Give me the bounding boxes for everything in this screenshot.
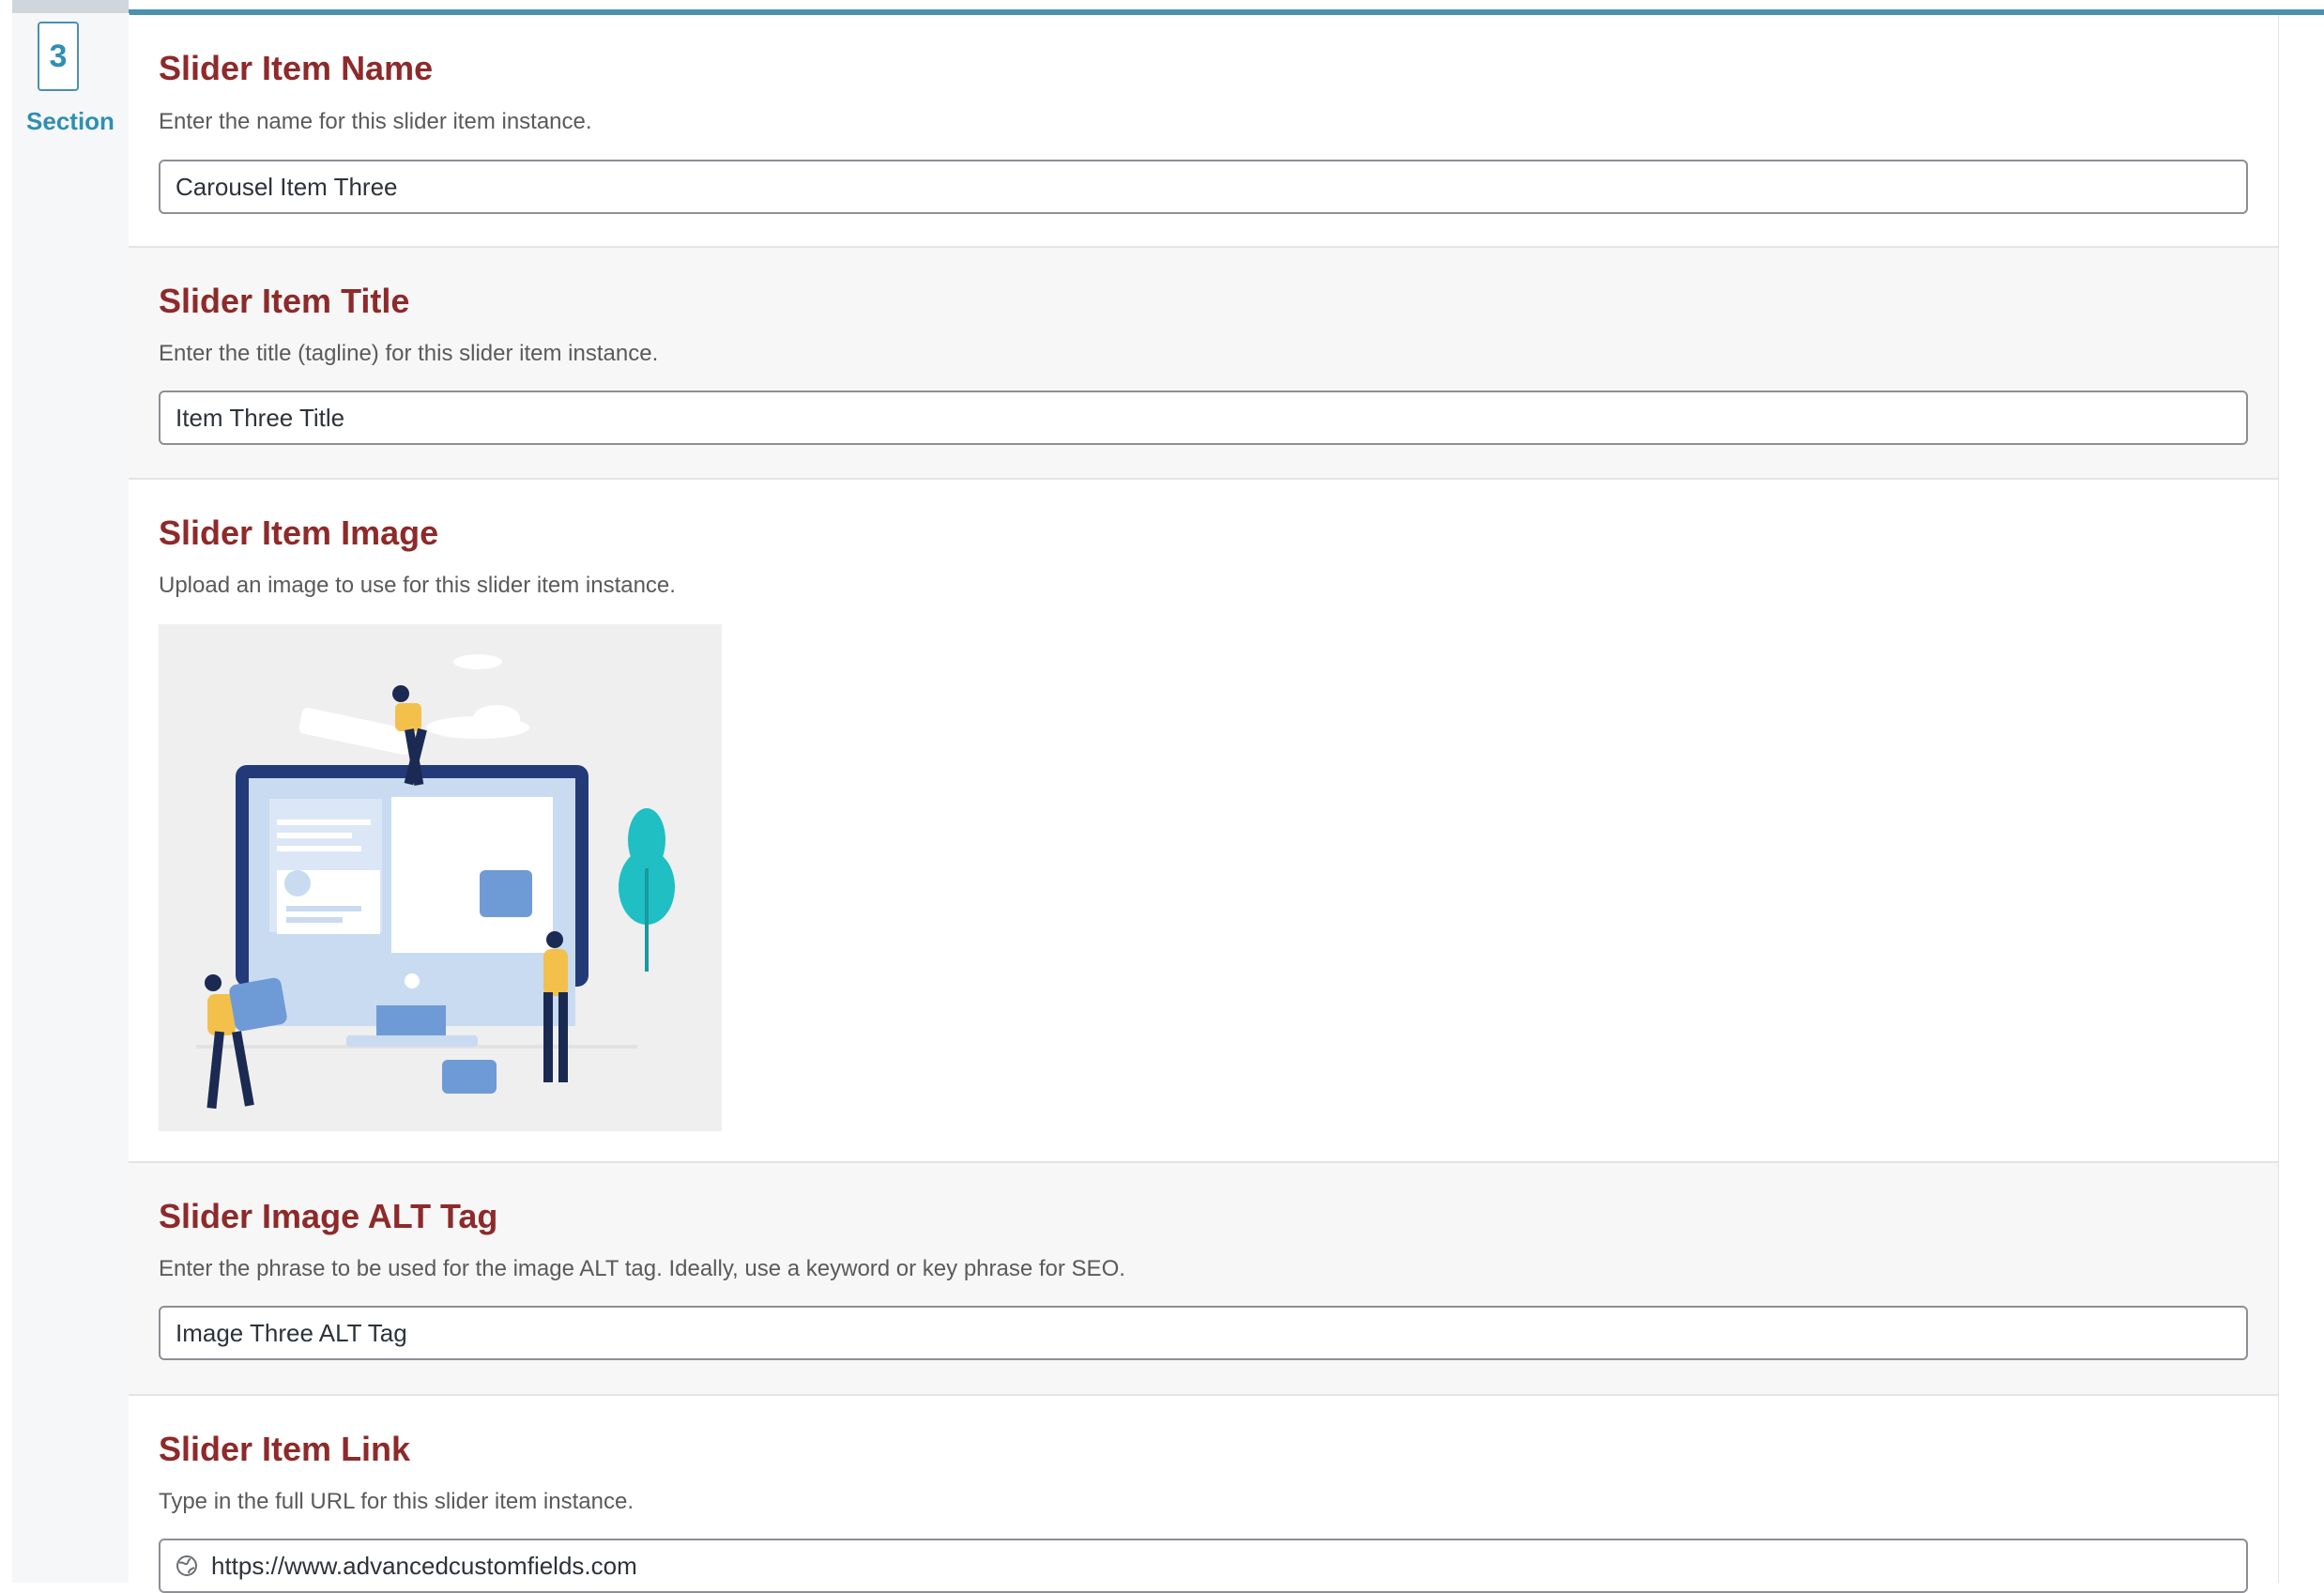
slider-item-title-input[interactable]: Item Three Title <box>159 391 2248 445</box>
slider-item-name-input[interactable]: Carousel Item Three <box>159 160 2248 214</box>
field-slider-item-link: Slider Item Link Type in the full URL fo… <box>129 1396 2278 1593</box>
illustration-image <box>159 624 722 1131</box>
repeater-row-fields: Slider Item Name Enter the name for this… <box>129 15 2279 1593</box>
field-description: Enter the phrase to be used for the imag… <box>159 1256 1125 1281</box>
field-label: Slider Item Title <box>159 282 410 320</box>
input-value: https://www.advancedcustomfields.com <box>211 1551 637 1580</box>
input-value: Carousel Item Three <box>176 172 398 201</box>
row-order-gutter[interactable] <box>12 13 130 1583</box>
row-handle-top <box>12 0 129 13</box>
field-description: Enter the title (tagline) for this slide… <box>159 341 659 366</box>
field-description: Type in the full URL for this slider ite… <box>159 1489 634 1514</box>
row-order-number[interactable]: 3 <box>38 22 79 91</box>
input-value: Item Three Title <box>176 403 345 432</box>
slider-item-link-input[interactable]: https://www.advancedcustomfields.com <box>159 1539 2248 1593</box>
globe-icon <box>176 1555 197 1576</box>
field-label: Slider Item Link <box>159 1430 411 1468</box>
input-value: Image Three ALT Tag <box>176 1318 407 1347</box>
slider-image-preview[interactable] <box>159 624 722 1131</box>
field-description: Enter the name for this slider item inst… <box>159 109 592 134</box>
field-slider-image-alt-tag: Slider Image ALT Tag Enter the phrase to… <box>129 1163 2278 1396</box>
page-left-border <box>0 0 13 1583</box>
field-label: Slider Image ALT Tag <box>159 1197 498 1235</box>
row-order-label: Section <box>26 107 115 135</box>
field-slider-item-image: Slider Item Image Upload an image to use… <box>129 480 2278 1163</box>
field-slider-item-name: Slider Item Name Enter the name for this… <box>129 15 2278 248</box>
field-label: Slider Item Image <box>159 513 439 552</box>
field-label: Slider Item Name <box>159 49 434 87</box>
slider-image-alt-input[interactable]: Image Three ALT Tag <box>159 1306 2248 1360</box>
field-slider-item-title: Slider Item Title Enter the title (tagli… <box>129 248 2278 480</box>
field-description: Upload an image to use for this slider i… <box>159 573 676 598</box>
